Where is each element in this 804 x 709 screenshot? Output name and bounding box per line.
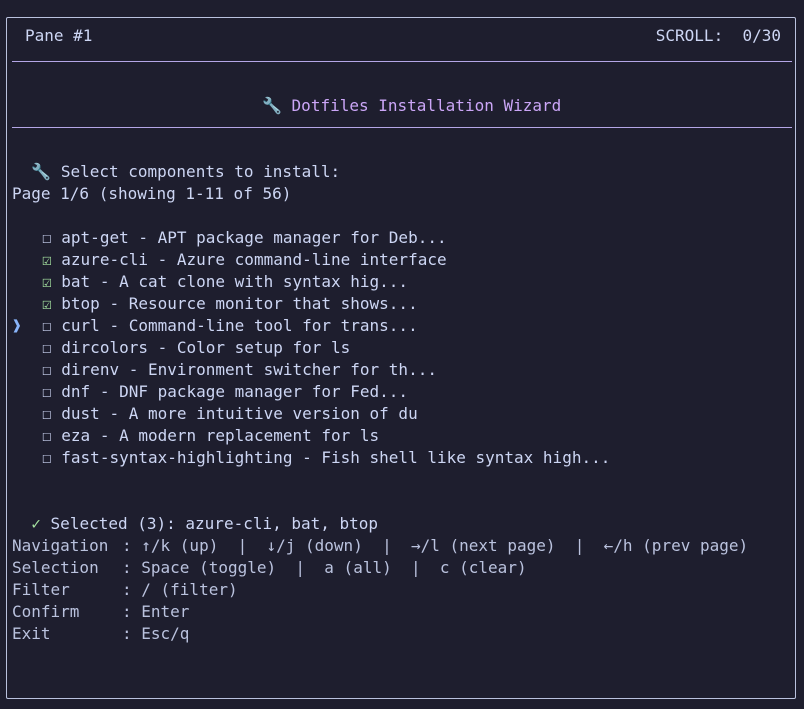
help-line: Confirm : Enter bbox=[12, 601, 189, 623]
selected-summary: ✓ Selected (3): azure-cli, bat, btop bbox=[12, 491, 378, 533]
component-label: eza - A modern replacement for ls bbox=[61, 426, 380, 445]
component-item[interactable]: ☐ apt-get - APT package manager for Deb.… bbox=[12, 227, 447, 249]
cursor-indicator-icon: ❱ bbox=[12, 316, 22, 335]
checked-box-icon[interactable]: ☑ bbox=[42, 294, 52, 313]
unchecked-box-icon[interactable]: ☐ bbox=[42, 426, 52, 445]
component-item[interactable]: ☐ dircolors - Color setup for ls bbox=[12, 337, 350, 359]
select-prompt: 🔧 Select components to install: bbox=[12, 139, 340, 181]
wizard-title: 🔧 Dotfiles Installation Wizard bbox=[12, 73, 792, 115]
selected-summary-text: Selected (3): azure-cli, bat, btop bbox=[50, 514, 379, 533]
check-icon: ✓ bbox=[31, 514, 41, 533]
checked-box-icon[interactable]: ☑ bbox=[42, 272, 52, 291]
component-label: bat - A cat clone with syntax hig... bbox=[61, 272, 409, 291]
component-item[interactable]: ❱ ☐ curl - Command-line tool for trans... bbox=[12, 315, 418, 337]
help-key: Exit bbox=[12, 624, 51, 643]
help-key: Confirm bbox=[12, 602, 80, 621]
component-item[interactable]: ☐ eza - A modern replacement for ls bbox=[12, 425, 379, 447]
help-key: Navigation bbox=[12, 536, 109, 555]
component-item[interactable]: ☐ dust - A more intuitive version of du bbox=[12, 403, 418, 425]
unchecked-box-icon[interactable]: ☐ bbox=[42, 382, 52, 401]
component-label: btop - Resource monitor that shows... bbox=[61, 294, 418, 313]
help-key: Filter bbox=[12, 580, 70, 599]
unchecked-box-icon[interactable]: ☐ bbox=[42, 404, 52, 423]
help-line: Navigation : ↑/k (up) | ↓/j (down) | →/l … bbox=[12, 535, 748, 557]
header-separator-top bbox=[12, 61, 792, 62]
wrench-icon: 🔧 bbox=[261, 96, 282, 115]
component-label: azure-cli - Azure command-line interface bbox=[61, 250, 447, 269]
page-info: Page 1/6 (showing 1-11 of 56) bbox=[12, 184, 292, 203]
unchecked-box-icon[interactable]: ☐ bbox=[42, 448, 52, 467]
component-label: dircolors - Color setup for ls bbox=[61, 338, 351, 357]
component-item[interactable]: ☐ dnf - DNF package manager for Fed... bbox=[12, 381, 408, 403]
select-prompt-text: Select components to install: bbox=[60, 162, 341, 181]
help-line: Selection : Space (toggle) | a (all) | c … bbox=[12, 557, 527, 579]
checked-box-icon[interactable]: ☑ bbox=[42, 250, 52, 269]
help-value: : ↑/k (up) | ↓/j (down) | →/l (next page… bbox=[122, 536, 749, 555]
component-item[interactable]: ☐ fast-syntax-highlighting - Fish shell … bbox=[12, 447, 610, 469]
component-label: curl - Command-line tool for trans... bbox=[61, 316, 418, 335]
help-value: : Esc/q bbox=[122, 624, 190, 643]
unchecked-box-icon[interactable]: ☐ bbox=[42, 360, 52, 379]
component-label: direnv - Environment switcher for th... bbox=[61, 360, 437, 379]
scroll-value: 0/30 bbox=[742, 26, 781, 45]
scroll-label: SCROLL: bbox=[655, 26, 724, 45]
help-value: : Enter bbox=[122, 602, 190, 621]
unchecked-box-icon[interactable]: ☐ bbox=[42, 338, 52, 357]
help-line: Filter : / (filter) bbox=[12, 579, 238, 601]
header-separator-bottom bbox=[12, 127, 792, 128]
component-item[interactable]: ☐ direnv - Environment switcher for th..… bbox=[12, 359, 437, 381]
component-label: fast-syntax-highlighting - Fish shell li… bbox=[61, 448, 611, 467]
component-item[interactable]: ☑ azure-cli - Azure command-line interfa… bbox=[12, 249, 447, 271]
unchecked-box-icon[interactable]: ☐ bbox=[42, 316, 52, 335]
help-value: : Space (toggle) | a (all) | c (clear) bbox=[122, 558, 527, 577]
unchecked-box-icon[interactable]: ☐ bbox=[42, 228, 52, 247]
pane-title: Pane #1 bbox=[19, 25, 99, 47]
component-label: apt-get - APT package manager for Deb... bbox=[61, 228, 447, 247]
help-key: Selection bbox=[12, 558, 99, 577]
scroll-indicator: SCROLL: 0/30 bbox=[649, 25, 787, 47]
component-item[interactable]: ☑ btop - Resource monitor that shows... bbox=[12, 293, 418, 315]
component-item[interactable]: ☑ bat - A cat clone with syntax hig... bbox=[12, 271, 408, 293]
wizard-title-text: Dotfiles Installation Wizard bbox=[291, 96, 562, 115]
help-value: : / (filter) bbox=[122, 580, 238, 599]
component-label: dnf - DNF package manager for Fed... bbox=[61, 382, 409, 401]
component-label: dust - A more intuitive version of du bbox=[61, 404, 418, 423]
wrench-icon: 🔧 bbox=[31, 162, 52, 181]
help-line: Exit : Esc/q bbox=[12, 623, 189, 645]
